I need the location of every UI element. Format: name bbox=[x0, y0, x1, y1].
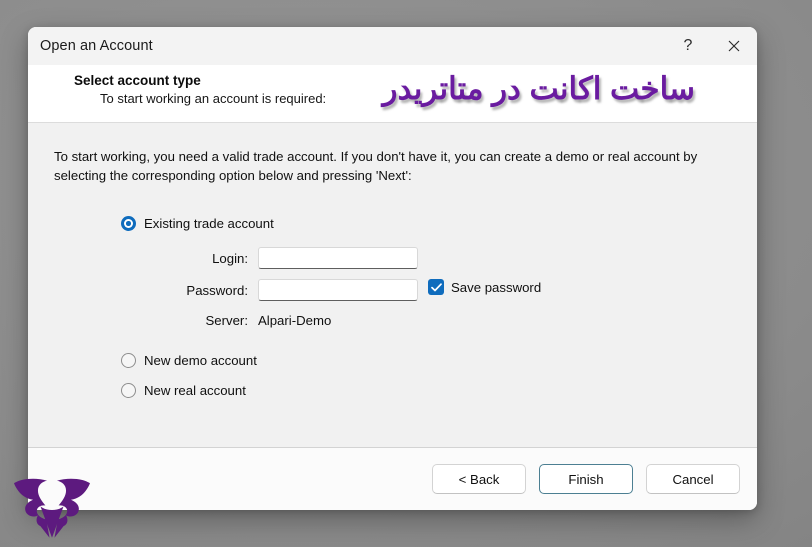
finish-button[interactable]: Finish bbox=[539, 464, 633, 494]
page-title: Select account type bbox=[74, 73, 201, 88]
server-row: Server: Alpari-Demo bbox=[168, 313, 331, 328]
page-subtitle: To start working an account is required: bbox=[100, 91, 327, 106]
header-strip: Select account type To start working an … bbox=[28, 65, 757, 123]
server-value: Alpari-Demo bbox=[258, 313, 332, 328]
password-input[interactable] bbox=[258, 279, 418, 301]
save-password-label: Save password bbox=[451, 279, 542, 295]
login-input[interactable] bbox=[258, 247, 418, 269]
radio-label-demo: New demo account bbox=[144, 353, 257, 368]
radio-option-existing-trade-account[interactable]: Existing trade account bbox=[121, 216, 274, 231]
close-icon[interactable] bbox=[711, 27, 757, 65]
radio-icon-selected bbox=[121, 216, 136, 231]
title-bar: Open an Account ? bbox=[28, 27, 757, 65]
radio-label-existing: Existing trade account bbox=[144, 216, 274, 231]
save-password-checkbox[interactable]: Save password bbox=[428, 279, 541, 295]
server-label: Server: bbox=[205, 313, 248, 328]
cancel-button[interactable]: Cancel bbox=[646, 464, 740, 494]
dialog-footer: < Back Finish Cancel bbox=[28, 448, 757, 510]
dialog-body: To start working, you need a valid trade… bbox=[28, 123, 757, 448]
farsi-watermark-text: ساخت اکانت در متاتریدر bbox=[382, 71, 695, 106]
back-button[interactable]: < Back bbox=[432, 464, 526, 494]
intro-paragraph: To start working, you need a valid trade… bbox=[54, 149, 698, 183]
radio-icon-unselected bbox=[121, 383, 136, 398]
checkmark-icon bbox=[428, 279, 444, 295]
password-field-row: Password: bbox=[168, 279, 418, 301]
password-label: Password: bbox=[186, 282, 248, 298]
radio-icon-unselected bbox=[121, 353, 136, 368]
login-field-row: Login: bbox=[168, 247, 418, 269]
login-label: Login: bbox=[212, 250, 248, 266]
open-account-dialog: Open an Account ? Select account type To… bbox=[28, 27, 757, 510]
radio-option-new-real-account[interactable]: New real account bbox=[121, 383, 246, 398]
window-title: Open an Account bbox=[40, 38, 153, 54]
caption-button-group: ? bbox=[665, 27, 757, 65]
radio-label-real: New real account bbox=[144, 383, 246, 398]
radio-option-new-demo-account[interactable]: New demo account bbox=[121, 353, 257, 368]
help-icon[interactable]: ? bbox=[665, 27, 711, 65]
